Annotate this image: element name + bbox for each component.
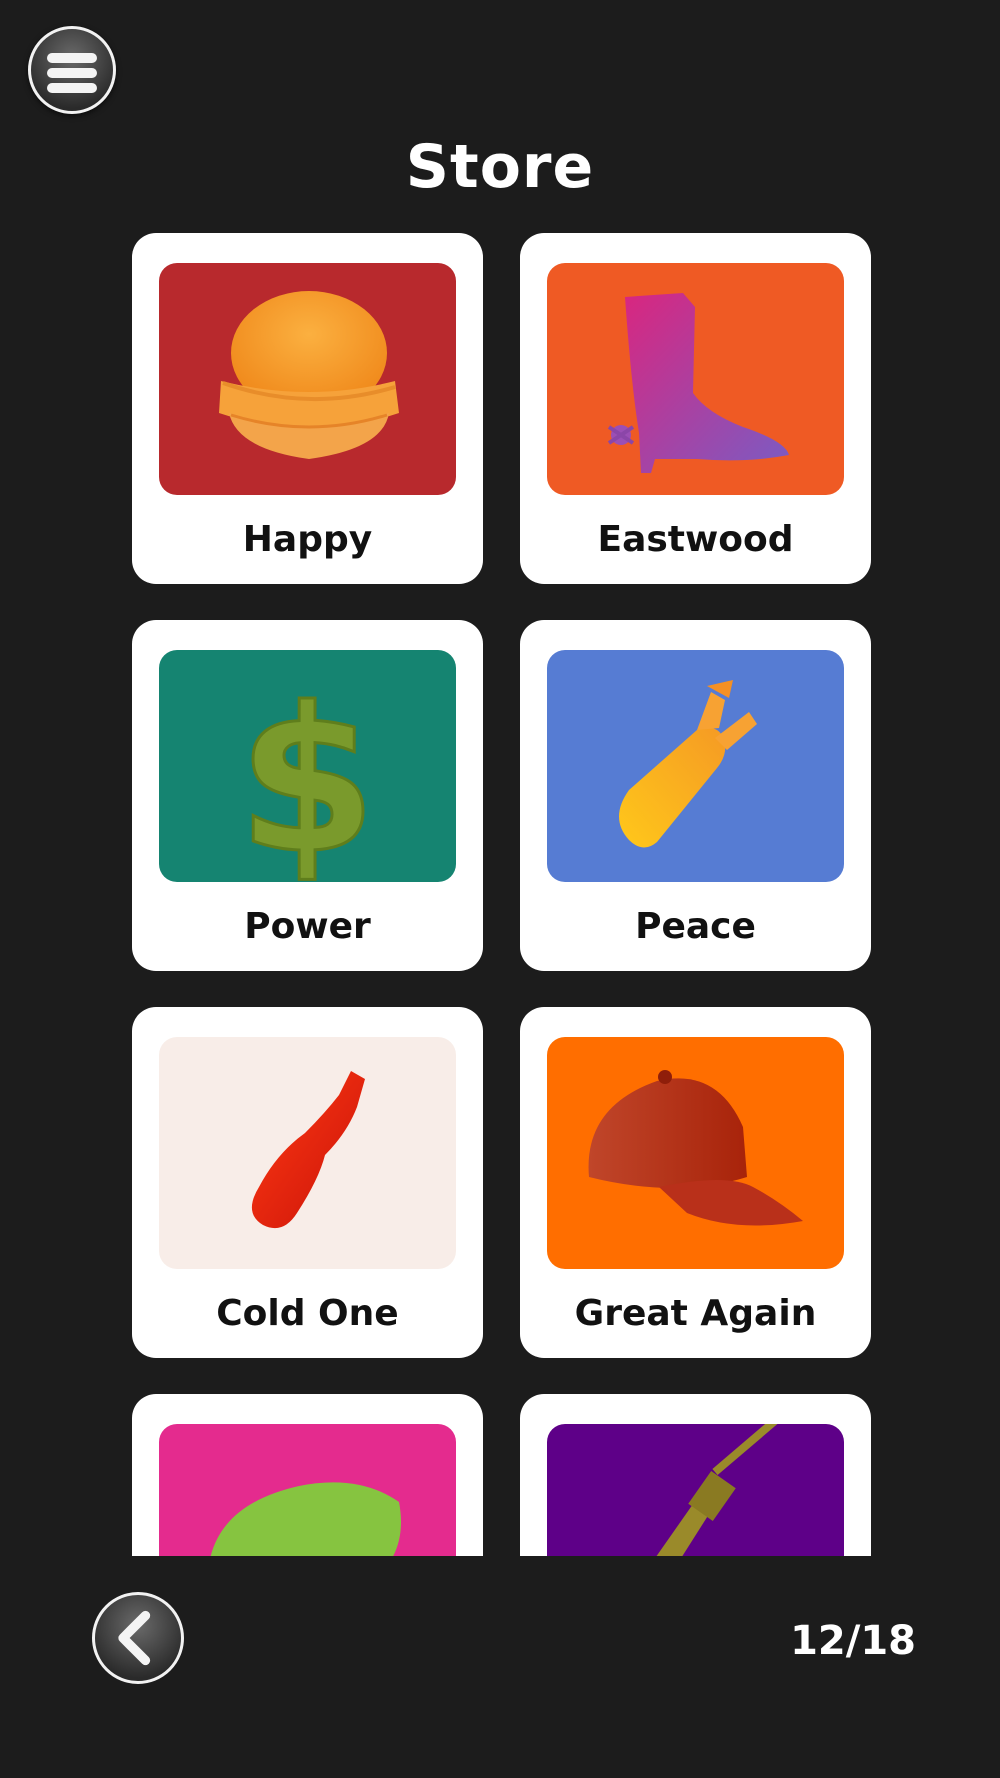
bomb-icon (619, 680, 757, 848)
item-thumbnail (159, 263, 456, 495)
hamburger-line (47, 68, 97, 78)
green-blob-icon (210, 1482, 402, 1556)
chevron-left-icon (118, 1610, 151, 1666)
menu-button[interactable] (28, 26, 116, 114)
item-label: Peace (635, 906, 756, 947)
item-label: Happy (242, 519, 373, 560)
store-item-8[interactable] (520, 1394, 871, 1556)
page-indicator: 12/18 (790, 1618, 916, 1664)
baseball-cap-icon (588, 1070, 803, 1226)
item-label: Power (244, 906, 371, 947)
store-item-power[interactable]: $ Power (132, 620, 483, 971)
cowboy-boot-icon (607, 293, 789, 473)
store-item-eastwood[interactable]: Eastwood (520, 233, 871, 584)
store-item-cold-one[interactable]: Cold One (132, 1007, 483, 1358)
rifle-icon (656, 1424, 778, 1556)
item-label: Cold One (216, 1293, 399, 1334)
store-grid[interactable]: Happy Eastwood $ Power Peace Cold One Gr… (0, 228, 1000, 1556)
store-item-happy[interactable]: Happy (132, 233, 483, 584)
store-item-peace[interactable]: Peace (520, 620, 871, 971)
item-thumbnail (547, 1424, 844, 1556)
store-item-7[interactable] (132, 1394, 483, 1556)
svg-text:$: $ (237, 665, 376, 882)
item-thumbnail (159, 1037, 456, 1269)
dollar-sign-icon: $ (236, 664, 378, 883)
item-label: Great Again (574, 1293, 817, 1334)
store-item-great-again[interactable]: Great Again (520, 1007, 871, 1358)
item-thumbnail (547, 650, 844, 882)
item-thumbnail: $ (159, 650, 456, 882)
burger-icon (219, 291, 399, 459)
item-thumbnail (159, 1424, 456, 1556)
back-button[interactable] (92, 1592, 184, 1684)
item-label: Eastwood (597, 519, 794, 560)
soda-bottle-icon (251, 1071, 365, 1229)
item-thumbnail (547, 1037, 844, 1269)
hamburger-line (47, 83, 97, 93)
item-thumbnail (547, 263, 844, 495)
page-title: Store (405, 132, 595, 202)
hamburger-icon (47, 53, 97, 63)
